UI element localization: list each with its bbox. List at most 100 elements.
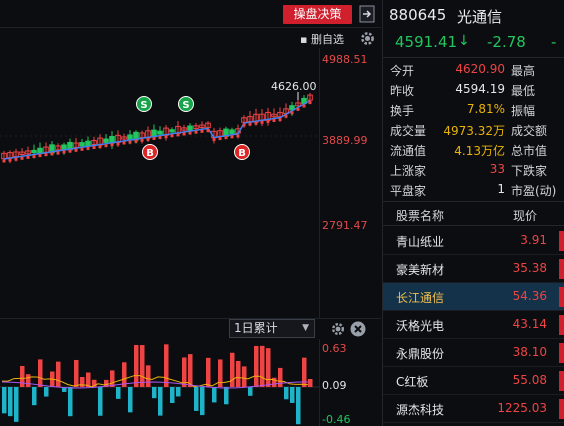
ma-dot <box>32 155 36 158</box>
indicator-bar-up <box>254 345 259 387</box>
indicator-bar-down <box>176 387 181 397</box>
ma-dot <box>122 141 126 145</box>
indicator-bar-down <box>44 387 49 397</box>
row-flag <box>559 231 564 251</box>
indicator-bar-down <box>152 387 157 399</box>
ma-dot <box>56 151 60 155</box>
ma-dot <box>86 146 90 150</box>
ma-dot <box>158 136 162 140</box>
stock-name: 长江通信 <box>396 291 445 305</box>
ma-dot <box>38 154 42 158</box>
column-header-name[interactable]: 股票名称 <box>396 207 444 224</box>
ma-dot <box>68 149 72 153</box>
ma-dot <box>170 134 174 138</box>
ma-dot <box>146 137 150 141</box>
stock-list-row[interactable]: 源杰科技 1225.03 <box>383 395 564 423</box>
ma-dot <box>260 120 264 124</box>
ma-dot <box>74 148 78 152</box>
ma-dot <box>212 138 216 141</box>
indicator-bar-down <box>212 387 217 403</box>
indicator-bar-up <box>164 344 169 387</box>
ma-dot <box>164 135 168 139</box>
stock-list-row[interactable]: 永鼎股份 38.10 <box>383 339 564 367</box>
row-flag <box>559 399 564 419</box>
indicator-bar-down <box>194 387 199 411</box>
sell-signal-label: S <box>140 100 147 111</box>
indicator-bar-down <box>14 387 19 422</box>
stock-list-row[interactable]: 豪美新材 35.38 <box>383 255 564 283</box>
period-select-value: 1日累计 <box>234 321 278 335</box>
indicator-bar-up <box>20 365 25 387</box>
indicator-bar-up <box>230 352 235 387</box>
quote-value: 7.81% <box>466 102 505 116</box>
stock-list-row[interactable]: 沃格光电 43.14 <box>383 311 564 339</box>
quote-row: 昨收 4594.19 最低 <box>383 80 564 100</box>
ma-dot <box>302 104 306 108</box>
indicator-bar-down <box>68 387 73 417</box>
gear-icon[interactable] <box>330 321 346 337</box>
divider <box>0 318 381 319</box>
ma-dot <box>272 119 276 122</box>
quote-label: 总市值 <box>511 144 548 158</box>
ma-dot <box>14 157 18 161</box>
indicator-bar-down <box>116 387 121 399</box>
row-flag <box>559 259 564 279</box>
indicator-bar-down <box>290 387 295 403</box>
indicator-bar-up <box>134 344 139 387</box>
column-header-price[interactable]: 现价 <box>513 207 537 224</box>
stock-list-row-selected[interactable]: 长江通信 54.36 <box>383 283 564 311</box>
delete-watchlist-label: 删自选 <box>310 33 344 46</box>
ma-dot <box>194 130 198 134</box>
stock-price: 1225.03 <box>497 401 547 415</box>
candle <box>37 147 43 154</box>
ma-dot <box>8 158 12 162</box>
ma-dot <box>218 137 222 141</box>
indicator-tick: -0.46 <box>322 413 351 426</box>
quote-label: 昨收 <box>390 84 415 98</box>
volume-indicator-chart[interactable] <box>0 339 319 426</box>
exit-icon[interactable] <box>359 5 375 23</box>
indicator-bar-up <box>302 357 307 387</box>
candle <box>157 130 163 135</box>
trade-decision-button[interactable]: 操盘决策 <box>283 5 352 24</box>
chart-panel: 操盘决策 ▪ 删自选 4626.00 S S B B 4988.51 3889.99 2… <box>0 0 381 426</box>
stock-list-row[interactable]: C红板 55.08 <box>383 367 564 395</box>
quote-value: 4.13万亿 <box>454 144 505 158</box>
indicator-bar-down <box>296 387 301 425</box>
quote-label: 市盈(动) <box>511 184 557 198</box>
ma-dot <box>92 146 96 149</box>
candle <box>31 149 37 154</box>
quote-row: 流通值 4.13万亿 总市值 <box>383 140 564 160</box>
ma-dot <box>44 153 48 157</box>
indicator-bar-up <box>278 367 283 387</box>
gear-icon[interactable] <box>359 30 376 47</box>
quote-value: 1 <box>497 182 505 196</box>
ma-dot <box>296 107 300 111</box>
indicator-bar-down <box>284 387 289 400</box>
ma-dot <box>80 147 84 151</box>
candle <box>103 138 109 143</box>
row-flag <box>559 315 564 335</box>
indicator-bar-up <box>56 361 61 387</box>
candle <box>61 144 67 150</box>
indicator-bar-up <box>110 370 115 387</box>
ma-dot <box>20 156 24 160</box>
indicator-bar-down <box>128 387 133 413</box>
indicator-bar-down <box>248 387 253 396</box>
sell-signal-label: S <box>182 100 189 111</box>
stock-list-row[interactable]: 青山纸业 3.91 <box>383 227 564 255</box>
stock-price: 54.36 <box>512 289 547 303</box>
period-select[interactable]: 1日累计 ▼ <box>229 319 315 338</box>
indicator-bar-down <box>98 387 103 416</box>
close-icon[interactable] <box>350 321 366 337</box>
quote-row: 成交量 4973.32万 成交额 <box>383 120 564 140</box>
candle <box>79 142 85 147</box>
candle <box>169 129 175 133</box>
stock-code: 880645 <box>389 6 447 24</box>
delete-watchlist-button[interactable]: ▪ 删自选 <box>300 31 344 47</box>
down-arrow-icon: ↓ <box>458 33 470 49</box>
high-price-marker: 4626.00 <box>271 80 317 93</box>
chevron-down-icon: ▼ <box>302 323 309 333</box>
stock-name: 光通信 <box>457 8 503 26</box>
quote-value: 33 <box>489 162 505 176</box>
